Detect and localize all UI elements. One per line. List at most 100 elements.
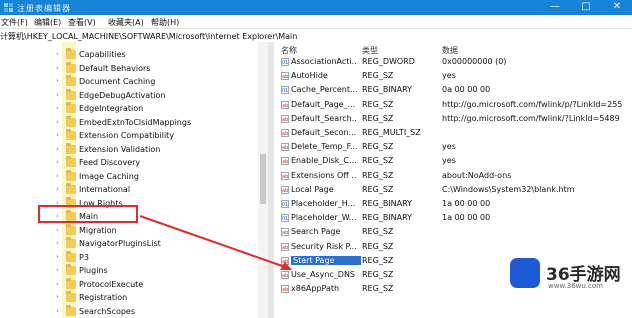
expand-arrow-icon[interactable]: › xyxy=(56,64,59,72)
expand-arrow-icon[interactable]: › xyxy=(56,280,59,288)
value-type: REG_SZ xyxy=(362,71,394,81)
string-value-icon: ab xyxy=(281,100,289,109)
value-name: Local Page xyxy=(291,184,334,194)
expand-arrow-icon[interactable]: › xyxy=(56,239,59,247)
minimize-button[interactable]: — xyxy=(540,0,570,15)
tree-item[interactable]: › Extension Validation xyxy=(0,142,268,157)
folder-icon xyxy=(66,237,76,248)
value-row[interactable]: ab AutoHide REG_SZ yes xyxy=(274,69,632,83)
binary-value-icon: 01 xyxy=(281,214,289,223)
tree-item[interactable]: › ProtocolExecute xyxy=(0,277,268,292)
value-row[interactable]: 01 Placeholder_W... REG_BINARY 1a 00 00 00 xyxy=(274,211,632,225)
value-data: 1a 00 00 00 xyxy=(442,199,491,208)
tree-item[interactable]: › Feed Discovery xyxy=(0,156,268,170)
expand-arrow-icon[interactable]: › xyxy=(56,266,59,274)
folder-icon xyxy=(66,142,76,154)
tree-item-label: Plugins xyxy=(79,266,108,275)
tree-item[interactable]: › EdgeDebugActivation xyxy=(0,88,268,103)
value-row[interactable]: 01 AssociationActi... REG_DWORD 0x00000000 … xyxy=(274,55,632,69)
folder-icon xyxy=(66,75,76,86)
value-name: Default_Page_... xyxy=(291,99,356,109)
tree-item-label: Feed Discovery xyxy=(79,158,141,167)
value-row[interactable]: ab Delete_Temp_F... REG_SZ yes xyxy=(274,140,632,154)
tree-item[interactable]: › Extension Compatibility xyxy=(0,129,268,143)
value-name: Placeholder_H... xyxy=(291,199,356,208)
tree-item-label: International xyxy=(79,185,131,194)
value-type: REG_DWORD xyxy=(362,57,415,66)
menu-edit[interactable]: 编辑(E) xyxy=(34,17,61,28)
value-name: Extensions Off ... xyxy=(291,170,357,180)
value-row[interactable]: ab Local Page REG_SZ C:\Windows\System32\bl… xyxy=(274,183,632,197)
value-row[interactable]: 01 Placeholder_H... REG_BINARY 1a 00 00 00 xyxy=(274,197,632,211)
value-type: REG_SZ xyxy=(362,142,394,152)
expand-arrow-icon[interactable]: › xyxy=(56,77,59,85)
expand-arrow-icon[interactable]: › xyxy=(56,104,59,112)
expand-arrow-icon[interactable]: › xyxy=(56,131,59,139)
tree-scrollbar-thumb[interactable] xyxy=(260,154,266,204)
tree-item[interactable]: › P3 xyxy=(0,250,268,265)
tree-item[interactable]: › EmbedExtnToClsidMappings xyxy=(0,115,268,130)
tree-item[interactable]: › EdgeIntegration xyxy=(0,102,268,116)
expand-arrow-icon[interactable]: › xyxy=(56,91,59,99)
tree-item-label: Image Caching xyxy=(79,171,139,181)
value-row[interactable]: ab Default_Page_... REG_SZ http://go.micros… xyxy=(274,98,632,112)
folder-icon xyxy=(66,183,76,194)
tree-item[interactable]: › Plugins xyxy=(0,264,268,278)
binary-value-icon: 01 xyxy=(281,58,289,66)
tree-item-label: SearchScopes xyxy=(79,306,136,316)
value-row[interactable]: 01 Cache_Percent... REG_BINARY 0a 00 00 00 xyxy=(274,83,632,97)
folder-icon xyxy=(66,264,76,275)
value-row[interactable]: ab Extensions Off ... REG_SZ about:NoAdd-on… xyxy=(274,169,632,183)
watermark-url: www.36wu.com xyxy=(548,282,604,290)
expand-arrow-icon[interactable]: › xyxy=(56,50,59,58)
string-value-icon: ab xyxy=(281,157,289,166)
close-button[interactable]: ✕ xyxy=(602,0,632,15)
folder-icon xyxy=(66,291,76,302)
menu-view[interactable]: 查看(V) xyxy=(68,17,96,28)
tree-item[interactable]: › International xyxy=(0,183,268,197)
expand-arrow-icon[interactable]: › xyxy=(56,118,59,126)
tree-item[interactable]: › Document Caching xyxy=(0,75,268,89)
tree-scrollbar[interactable] xyxy=(258,42,268,318)
tree-item[interactable]: › Capabilities xyxy=(0,48,268,62)
value-row[interactable]: ab Search Page REG_SZ xyxy=(274,225,632,239)
menu-help[interactable]: 帮助(H) xyxy=(151,17,179,28)
expand-arrow-icon[interactable]: › xyxy=(56,293,59,301)
tree-item[interactable]: › SearchScopes xyxy=(0,304,268,318)
tree-item[interactable]: › Migration xyxy=(0,223,268,238)
expand-arrow-icon[interactable]: › xyxy=(56,226,59,234)
string-value-icon: ab xyxy=(281,185,289,194)
window-title: 注册表编辑器 xyxy=(17,4,71,13)
expand-arrow-icon[interactable]: › xyxy=(56,307,59,315)
tree-item[interactable]: › Image Caching xyxy=(0,169,268,184)
expand-arrow-icon[interactable]: › xyxy=(56,158,59,166)
value-type: REG_BINARY xyxy=(362,199,413,208)
value-row[interactable]: ab Default_Secon... REG_MULTI_SZ xyxy=(274,126,632,140)
maximize-button[interactable]: □ xyxy=(571,0,601,15)
address-bar[interactable]: 计算机\HKEY_LOCAL_MACHINE\SOFTWARE\Microsof… xyxy=(0,28,632,43)
folder-icon xyxy=(66,277,76,289)
value-data: 0a 00 00 00 xyxy=(442,85,491,95)
address-path[interactable]: 计算机\HKEY_LOCAL_MACHINE\SOFTWARE\Microsof… xyxy=(0,31,297,42)
tree-item[interactable]: › Registration xyxy=(0,291,268,305)
tree-item-label: Extension Validation xyxy=(79,144,161,154)
folder-icon xyxy=(66,223,76,235)
value-name: Placeholder_W... xyxy=(291,213,357,223)
expand-arrow-icon[interactable]: › xyxy=(56,253,59,261)
menu-favorites[interactable]: 收藏夹(A) xyxy=(108,17,144,28)
value-data: C:\Windows\System32\blank.htm xyxy=(442,184,575,194)
expand-arrow-icon[interactable]: › xyxy=(56,145,59,153)
value-row[interactable]: ab Enable_Disk_C... REG_SZ yes xyxy=(274,154,632,168)
registry-editor-icon xyxy=(4,3,13,12)
value-data: http://go.microsoft.com/fwlink/?LinkId=5… xyxy=(442,113,620,123)
tree-item[interactable]: › NavigatorPluginsList xyxy=(0,237,268,251)
binary-value-icon: 01 xyxy=(281,200,289,208)
value-row[interactable]: ab Default_Search... REG_SZ http://go.micro… xyxy=(274,112,632,126)
tree-item[interactable]: › Default Behaviors xyxy=(0,61,268,76)
value-name: Cache_Percent... xyxy=(291,85,357,95)
value-type: REG_SZ xyxy=(362,184,394,194)
menu-file[interactable]: 文件(F) xyxy=(1,17,28,28)
expand-arrow-icon[interactable]: › xyxy=(56,172,59,180)
expand-arrow-icon[interactable]: › xyxy=(56,185,59,193)
tree-item-label: Extension Compatibility xyxy=(79,131,175,140)
